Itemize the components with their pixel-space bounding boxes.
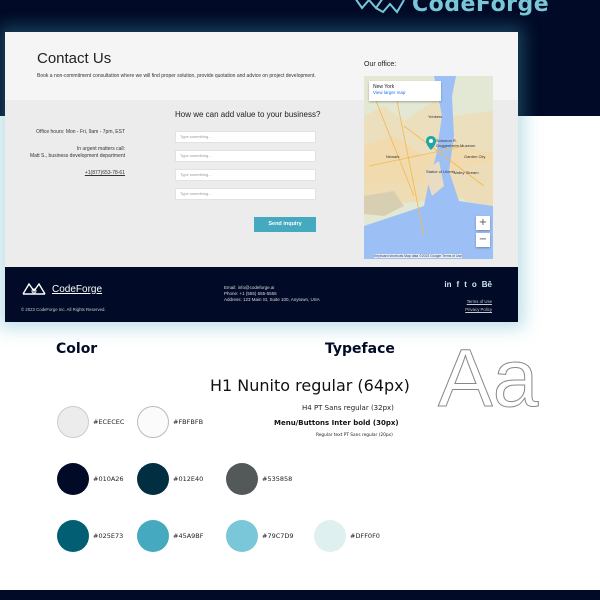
terms-of-use-link[interactable]: Terms of Use xyxy=(465,298,492,306)
footer-links: Terms of Use Privacy Policy xyxy=(465,298,492,314)
footer-logo-text: CodeForge xyxy=(52,283,103,295)
office-info: Office hours: Mon - Fri, 9am - 7pm, EST … xyxy=(25,129,125,177)
swatch-hex: #FBFBFB xyxy=(173,418,204,426)
h1-type-sample: H1 Nunito regular (64px) xyxy=(210,376,410,395)
color-swatch-5: #535858 xyxy=(226,463,292,495)
color-swatch-4: #012E40 xyxy=(137,463,203,495)
footer-contact: Email: info@codeforge.ai Phone: +1 (555)… xyxy=(224,285,320,303)
footer-copyright: © 2023 CodeForge Inc. All Rights Reserve… xyxy=(21,307,106,312)
codeforge-footer-logo-icon xyxy=(22,282,46,295)
phone-link[interactable]: +1(877)653-78-61 xyxy=(25,170,125,177)
inquiry-input-1[interactable]: Type something... xyxy=(175,131,316,143)
view-larger-map-link[interactable]: View larger map xyxy=(373,90,437,95)
swatch-hex: #DFF0F0 xyxy=(350,532,380,540)
swatch-hex: #012E40 xyxy=(173,475,204,483)
top-logo: CodeForge xyxy=(352,0,549,17)
swatch-hex: #010A26 xyxy=(93,475,124,483)
contact-page-mockup: Contact Us Book a non-commitment consult… xyxy=(5,32,518,322)
twitter-icon[interactable]: t xyxy=(464,280,467,289)
swatch-hex: #79C7D9 xyxy=(262,532,294,540)
swatch-hex: #535858 xyxy=(262,475,293,483)
contact-subtitle: Book a non-commitment consultation where… xyxy=(37,73,316,79)
h4-type-sample: H4 PT Sans regular (32px) xyxy=(302,404,394,412)
swatch-hex: #025E73 xyxy=(93,532,124,540)
color-swatch-6: #025E73 xyxy=(57,520,123,552)
color-swatch-3: #010A26 xyxy=(57,463,124,495)
map-terrain xyxy=(364,76,493,259)
map-zoom-in-button[interactable]: + xyxy=(476,216,490,230)
urgent-label: In urgent matters call: xyxy=(76,146,125,152)
swatch-circle xyxy=(137,520,169,552)
map-zoom-out-button[interactable]: − xyxy=(476,233,490,247)
color-swatch-9: #DFF0F0 xyxy=(314,520,380,552)
menu-type-sample: Menu/Buttons Inter bold (30px) xyxy=(274,419,399,427)
privacy-policy-link[interactable]: Privacy Policy xyxy=(465,306,492,314)
swatch-circle xyxy=(226,463,258,495)
instagram-icon[interactable]: o xyxy=(472,280,477,289)
inquiry-input-2[interactable]: Type something... xyxy=(175,150,316,162)
swatch-circle xyxy=(57,520,89,552)
aa-glyph-sample: Aa xyxy=(437,333,539,424)
map-label-statue: Statue of Liberty xyxy=(426,169,456,174)
swatch-circle xyxy=(137,406,169,438)
office-map[interactable]: New York View larger map Yonkers Newark … xyxy=(364,76,493,259)
map-pin-icon[interactable] xyxy=(426,136,436,150)
typeface-section-title: Typeface xyxy=(325,341,395,357)
color-swatch-1: #ECECEC xyxy=(57,406,124,438)
color-swatch-8: #79C7D9 xyxy=(226,520,294,552)
map-label-garden-city: Garden City xyxy=(464,154,486,159)
social-links: in f t o Bē xyxy=(444,280,492,289)
linkedin-icon[interactable]: in xyxy=(444,280,451,289)
color-swatch-7: #45A9BF xyxy=(137,520,204,552)
map-label-yonkers: Yonkers xyxy=(428,114,443,119)
inquiry-input-4[interactable]: Type something... xyxy=(175,188,316,200)
map-label-valley-stream: Valley Stream xyxy=(454,170,479,175)
swatch-circle xyxy=(137,463,169,495)
top-logo-text: CodeForge xyxy=(412,0,550,17)
map-attribution: Keyboard shortcuts Map data ©2023 Google… xyxy=(374,254,463,258)
color-swatch-2: #FBFBFB xyxy=(137,406,203,438)
regular-type-sample: Regular text PT Sans regular (20px) xyxy=(316,433,393,438)
page-footer: CodeForge © 2023 CodeForge Inc. All Righ… xyxy=(5,267,518,322)
contact-person: Matt S., business development department xyxy=(29,153,125,159)
office-hours: Office hours: Mon - Fri, 9am - 7pm, EST xyxy=(36,129,125,135)
behance-icon[interactable]: Bē xyxy=(482,280,492,289)
codeforge-logo-icon xyxy=(355,0,405,14)
swatch-hex: #ECECEC xyxy=(93,418,125,426)
form-heading: How we can add value to your business? xyxy=(175,110,321,119)
map-label-museum: Solomon R. Guggenheim Museum xyxy=(436,138,476,148)
facebook-icon[interactable]: f xyxy=(457,280,460,289)
swatch-circle xyxy=(57,406,89,438)
office-label: Our office: xyxy=(364,61,397,68)
swatch-circle xyxy=(226,520,258,552)
swatch-circle xyxy=(314,520,346,552)
footer-logo[interactable]: CodeForge xyxy=(21,281,102,297)
footer-address: Address: 123 Main St, Suite 100, Anytown… xyxy=(224,297,320,302)
bottom-band xyxy=(0,590,600,600)
send-inquiry-button[interactable]: Send inquiry xyxy=(254,217,316,232)
inquiry-input-3[interactable]: Type something... xyxy=(175,169,316,181)
swatch-circle xyxy=(57,463,89,495)
color-section-title: Color xyxy=(56,341,98,357)
map-location-card: New York View larger map xyxy=(369,81,441,101)
swatch-hex: #45A9BF xyxy=(173,532,204,540)
map-label-newark: Newark xyxy=(386,154,400,159)
contact-title: Contact Us xyxy=(37,50,112,67)
